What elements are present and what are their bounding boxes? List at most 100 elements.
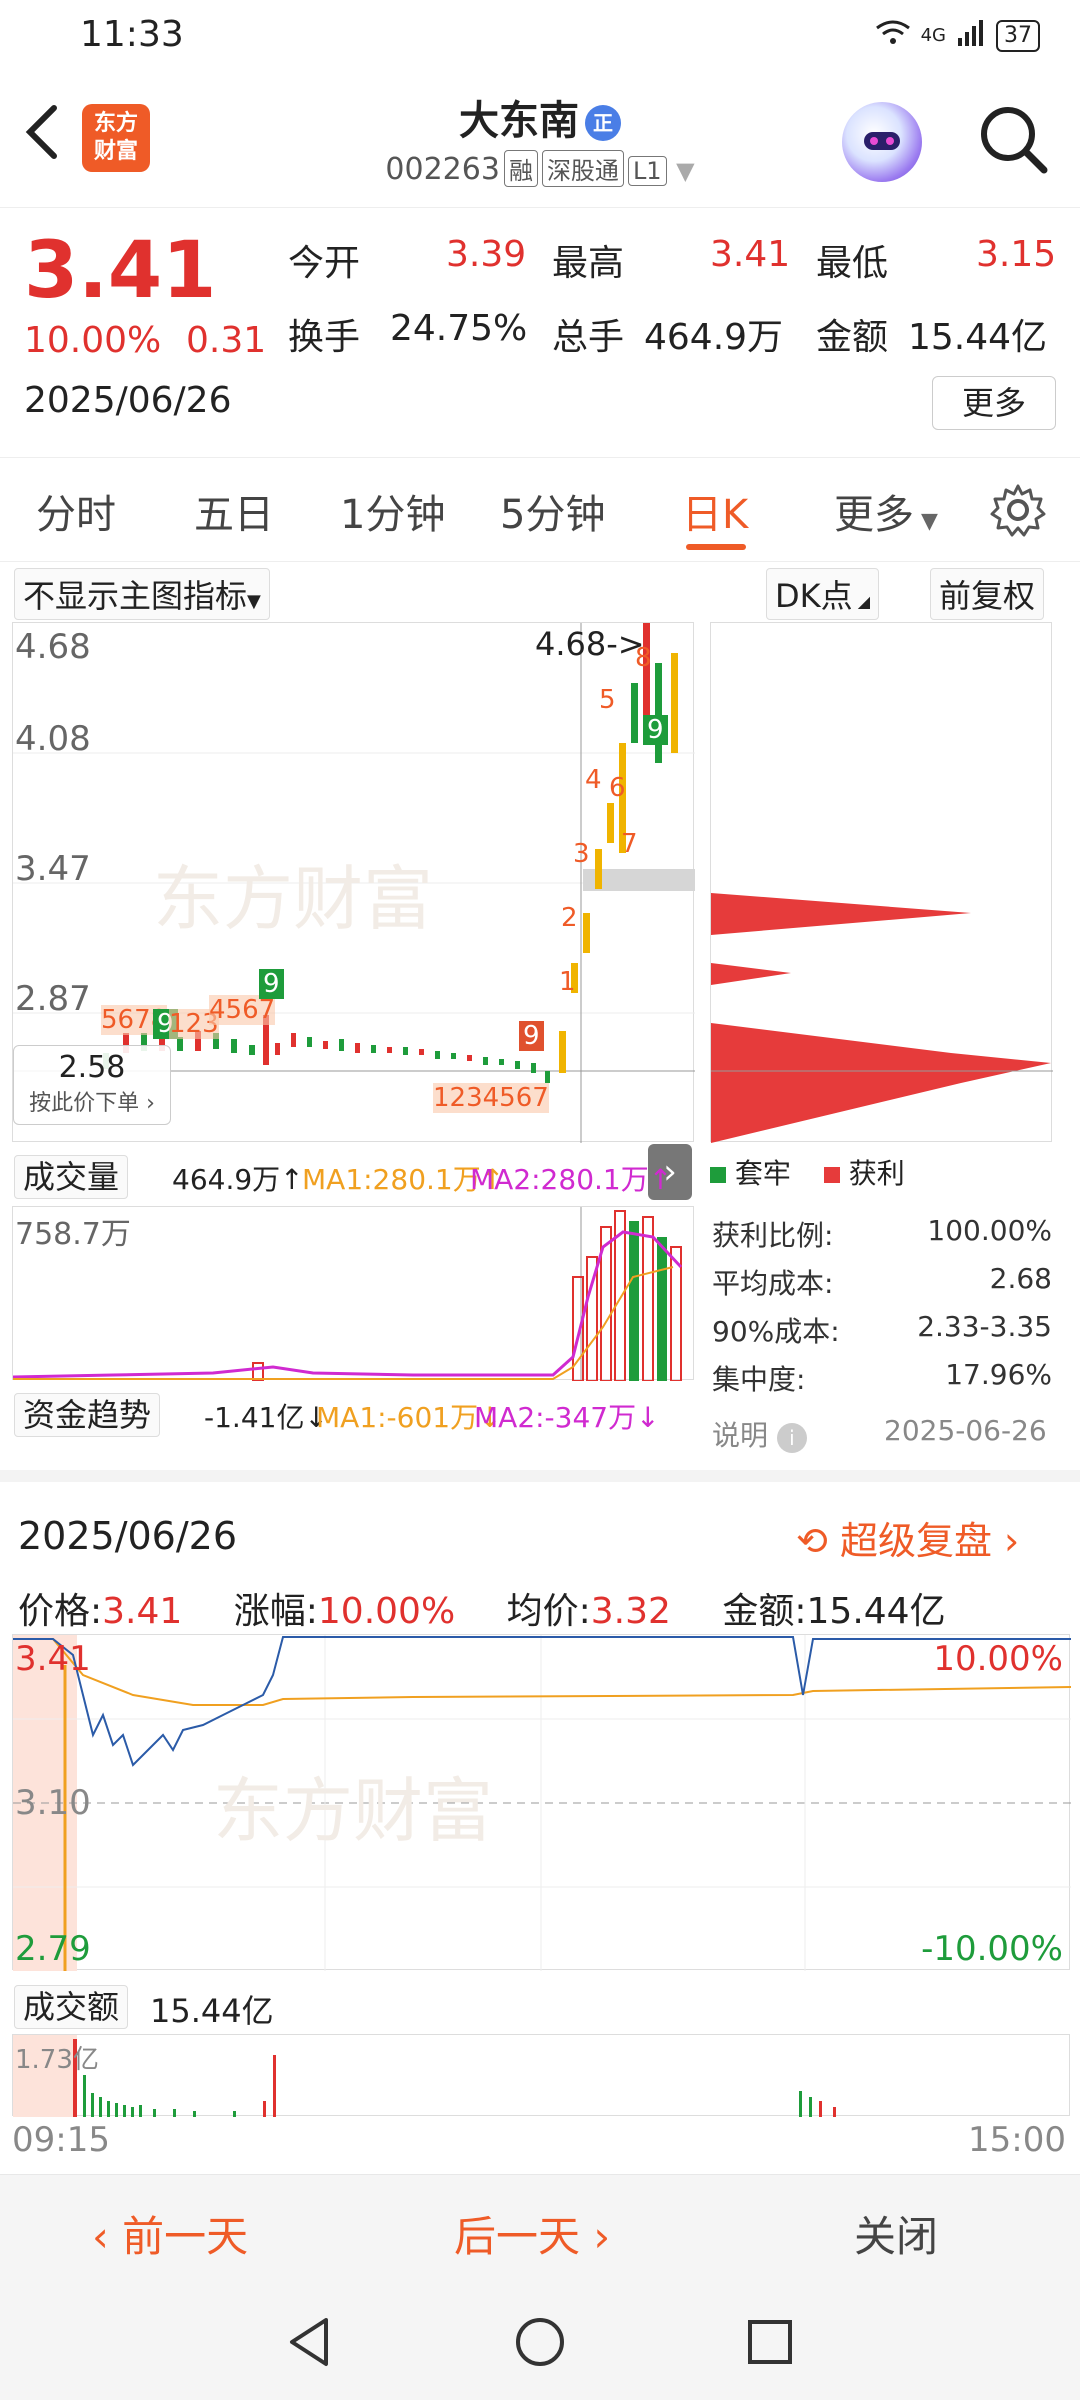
- tab-more[interactable]: 更多 ▼: [834, 482, 938, 540]
- robot-assistant-avatar[interactable]: [842, 102, 922, 182]
- status-bar: 11:33 4G 37: [0, 0, 1080, 72]
- fund-ma2: MA2:-347万↓: [474, 1401, 660, 1434]
- cursor-price: 2.58: [58, 1050, 126, 1085]
- tab-1min[interactable]: 1分钟: [340, 482, 445, 540]
- volume-label: 总手: [552, 317, 625, 358]
- open-label: 今开: [288, 243, 361, 284]
- high-value: 3.41: [710, 234, 791, 275]
- dk-label: 7: [621, 829, 638, 859]
- max-price-marker: 4.68->: [535, 625, 645, 663]
- turnover-value: 24.75%: [390, 308, 528, 349]
- chip-row-profit: 获利比例: 100.00%: [712, 1214, 1052, 1252]
- intraday-date: 2025/06/26: [18, 1514, 238, 1558]
- last-price: 3.41: [24, 226, 217, 316]
- chart-tabs: 分时 五日 1分钟 5分钟 日K 更多 ▼: [0, 460, 1080, 562]
- chip-row-concentration: 集中度: 17.96%: [712, 1358, 1052, 1396]
- chip-stats: 获利比例: 100.00% 平均成本: 2.68 90%成本: 2.33-3.35 集…: [712, 1214, 1052, 1406]
- dk-label: 6: [609, 773, 626, 803]
- status-icons: 4G 37: [875, 18, 1040, 53]
- quote-date: 2025/06/26: [24, 380, 232, 421]
- next-day-button[interactable]: 后一天 ›: [454, 2203, 610, 2264]
- time-start: 09:15: [12, 2120, 110, 2160]
- dk-label-9: 9: [519, 1021, 544, 1051]
- dk-label: 1234567: [433, 1083, 549, 1113]
- volume-axis-top: 758.7万: [15, 1217, 131, 1252]
- amount-label: 金额: [816, 317, 889, 358]
- high-label: 最高: [552, 243, 625, 284]
- adjust-dropdown[interactable]: 前复权: [930, 568, 1045, 620]
- day-navigation-bar: ‹ 前一天 后一天 › 关闭: [0, 2174, 1080, 2284]
- gear-icon[interactable]: [990, 482, 1046, 542]
- fund-trend-dropdown[interactable]: 资金趋势: [14, 1390, 161, 1437]
- intraday-section: 2025/06/26 ⟲ 超级复盘 › 价格:3.41 涨幅:10.00% 均价…: [0, 1470, 1080, 1640]
- intraday-y-top: 3.41: [15, 1639, 91, 1679]
- candles-mid: [275, 1033, 550, 1083]
- tab-intraday[interactable]: 分时: [36, 482, 116, 540]
- y-label-4-08: 4.08: [15, 719, 91, 759]
- nav-recents-icon[interactable]: [742, 2314, 798, 2374]
- dk-label-9: 9: [643, 715, 668, 745]
- dk-points-dropdown[interactable]: DK点 ◢: [766, 568, 880, 620]
- chip-distribution-chart[interactable]: [710, 622, 1053, 1143]
- intraday-y-mid: 3.10: [15, 1783, 91, 1823]
- history-icon: ⟲: [796, 1519, 828, 1563]
- svg-text:东方财富: 东方财富: [213, 1770, 493, 1852]
- profit-swatch: [823, 1167, 840, 1183]
- y-label-3-47: 3.47: [15, 849, 91, 889]
- avg-price-line: [13, 1638, 1071, 1706]
- network-type: 4G: [920, 25, 946, 46]
- indicator-dropdown[interactable]: 不显示主图指标▼: [14, 568, 270, 620]
- dk-label: 5: [599, 685, 616, 715]
- volume-value: 464.9万↑: [172, 1163, 304, 1196]
- status-time: 11:33: [80, 14, 184, 55]
- intraday-pct-top: 10.00%: [933, 1639, 1063, 1679]
- quote-panel: 3.41 10.00% 0.31 2025/06/26 今开 3.39 最高 3…: [0, 208, 1080, 458]
- wifi-icon: [875, 18, 911, 53]
- y-label-4-68: 4.68: [15, 627, 91, 667]
- chip-row-avg-cost: 平均成本: 2.68: [712, 1262, 1052, 1300]
- amount-dropdown[interactable]: 成交额: [14, 1982, 129, 2029]
- dk-label: 1: [559, 967, 576, 997]
- nav-home-icon[interactable]: [512, 2314, 568, 2374]
- more-stats-button[interactable]: 更多: [932, 376, 1056, 430]
- volume-chart[interactable]: 758.7万: [12, 1206, 694, 1381]
- search-icon[interactable]: [976, 102, 1050, 180]
- low-value: 3.15: [976, 234, 1057, 275]
- chip-legend: 套牢 获利: [710, 1152, 905, 1192]
- volume-dropdown[interactable]: 成交量: [14, 1152, 129, 1199]
- tab-5min[interactable]: 5分钟: [500, 482, 605, 540]
- tab-five-day[interactable]: 五日: [194, 482, 274, 540]
- chip-bars: [711, 893, 1051, 1143]
- battery-icon: 37: [996, 19, 1040, 52]
- turnover-label: 换手: [288, 317, 361, 358]
- chip-date: 2025-06-26: [884, 1414, 1047, 1447]
- intraday-pct-bot: -10.00%: [921, 1929, 1063, 1969]
- dk-label: 4567: [209, 995, 276, 1025]
- system-navigation-bar: [0, 2284, 1080, 2400]
- active-tab-indicator: [686, 544, 746, 550]
- watermark: 东方财富: [153, 858, 433, 940]
- y-label-2-87: 2.87: [15, 979, 91, 1019]
- close-button[interactable]: 关闭: [854, 2203, 938, 2264]
- cursor-order-button[interactable]: 2.58 按此价下单 ›: [13, 1045, 171, 1125]
- amount-total: 15.44亿: [150, 1992, 274, 2030]
- prev-day-button[interactable]: ‹ 前一天: [92, 2203, 248, 2264]
- amount-value: 15.44亿: [908, 317, 1048, 358]
- dk-label: 8: [635, 643, 652, 673]
- trap-swatch: [710, 1167, 726, 1183]
- intraday-chart[interactable]: 东方财富 3.41 3.10 2.79 10.00% -10.00%: [12, 1634, 1071, 1971]
- info-icon: i: [776, 1423, 807, 1453]
- low-label: 最低: [816, 243, 889, 284]
- kline-chart[interactable]: 东方财富 4.68 4.08 3.47 2.87 4.68-> 5 6 7 8 9 1…: [12, 622, 695, 1143]
- time-end: 15:00: [968, 2120, 1066, 2160]
- super-replay-button[interactable]: ⟲ 超级复盘 ›: [796, 1510, 1019, 1565]
- tag-connect: 深股通: [541, 150, 624, 187]
- chip-note-button[interactable]: 说明 i: [712, 1414, 807, 1454]
- intraday-y-bot: 2.79: [15, 1929, 91, 1969]
- dk-label: 2: [561, 903, 578, 933]
- nav-back-icon[interactable]: [282, 2314, 338, 2374]
- tab-daily-k[interactable]: 日K: [682, 482, 748, 540]
- intraday-amount-chart[interactable]: 1.73亿: [12, 2034, 1070, 2117]
- chevron-down-icon: ▼: [676, 157, 695, 185]
- verified-badge: 正: [585, 105, 621, 141]
